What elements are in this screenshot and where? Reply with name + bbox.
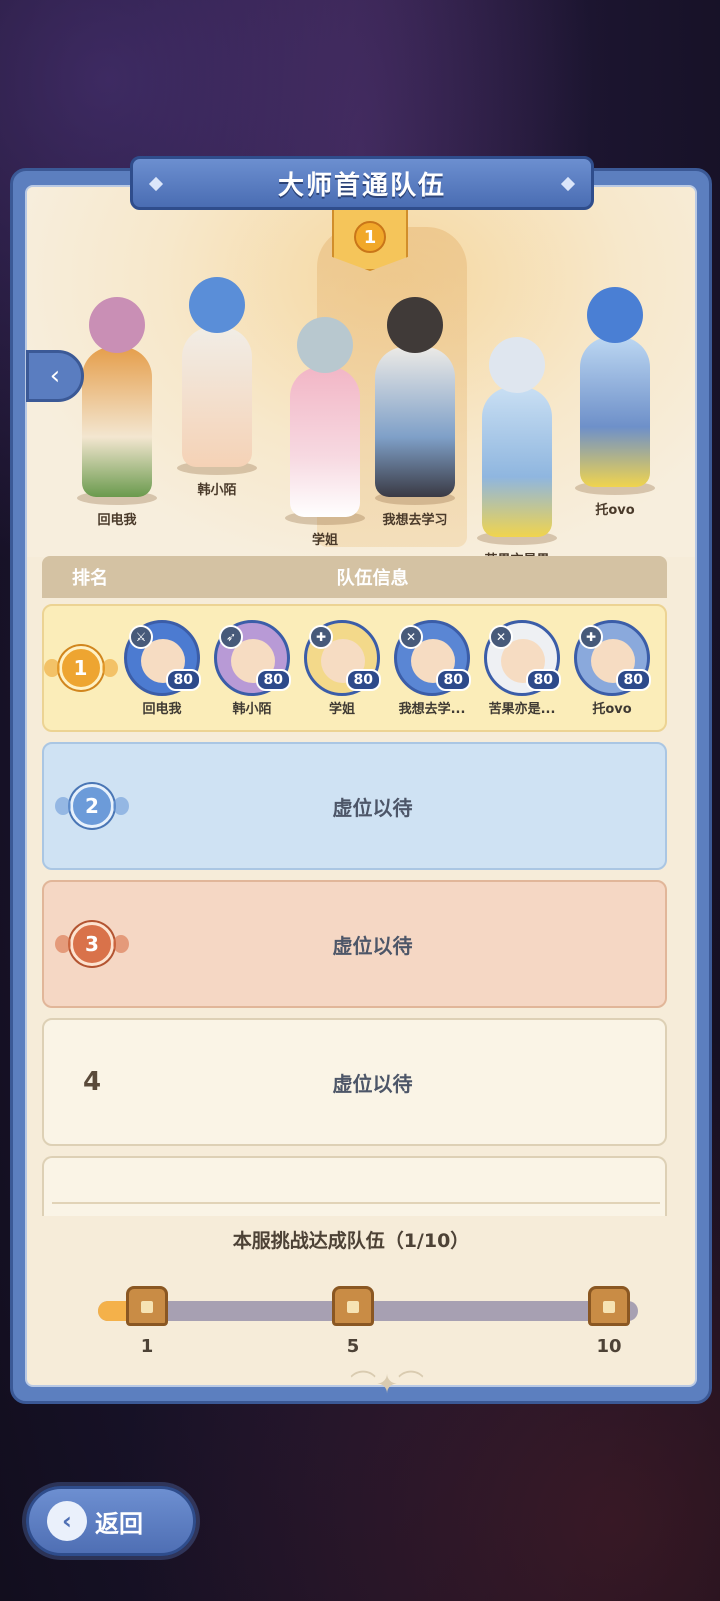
bow-icon: ➶ [219,624,243,649]
character-body [482,387,552,537]
section-divider [52,1202,660,1204]
hero-name: 回电我 [97,513,137,528]
level-badge: 80 [615,668,651,691]
rank-column-header: 排名 [72,568,108,589]
back-button[interactable]: ‹ 返回 [26,1486,196,1556]
team-member[interactable]: ✕ 80 我想去学... [387,619,477,717]
bronze-medal-icon: 3 [55,922,129,966]
level-badge: 80 [435,668,471,691]
hero-name: 我想去学习 [382,513,448,528]
character-head [387,297,443,353]
cross-icon: ✚ [579,624,603,649]
member-name: 学姐 [328,701,355,717]
level-badge: 80 [255,668,291,691]
silver-medal-icon: 2 [55,784,129,828]
member-name: 托ovo [592,701,632,717]
character-body [290,367,360,517]
page-title: 大师首通队伍 [277,170,446,201]
rank-row-1[interactable]: 1 ⚔ 80 回电我 ➶ 80 韩小陌 ✚ 80 学姐 ✕ 80 我想去学...… [42,604,667,732]
team-member[interactable]: ✚ 80 学姐 [297,619,387,717]
member-name: 回电我 [142,701,182,717]
rank-1-medal-icon: 1 [354,221,386,253]
milestone-label: 1 [140,1336,154,1357]
character-body [580,337,650,487]
milestone-label: 10 [596,1336,622,1357]
hero-name: 托ovo [595,503,635,518]
title-banner: 大师首通队伍 [130,156,594,210]
reward-chest-icon[interactable] [126,1286,168,1326]
cross-icon: ✚ [309,624,333,649]
member-name: 韩小陌 [232,701,272,717]
chevron-left-icon: ‹ [49,361,61,391]
character-head [89,297,145,353]
banner-diamond-icon [560,176,576,192]
member-avatar: ➶ 80 [214,619,291,696]
member-avatar: ✕ 80 [394,619,471,696]
member-name: 苦果亦是... [488,701,556,717]
team-member[interactable]: ⚔ 80 回电我 [117,619,207,717]
character-body [375,347,455,497]
team-member[interactable]: ➶ 80 韩小陌 [207,619,297,717]
hero-showcase: 1 回电我 韩小陌 学姐 我想去学习 托ovo [27,187,695,568]
progress-title: 本服挑战达成队伍（1/10） [232,1230,470,1252]
back-arrow-icon: ‹ [47,1501,87,1541]
gold-medal-icon: 1 [43,646,118,690]
rank-row-2[interactable]: 2 虚位以待 [42,742,667,870]
rank-badge: 3 [44,922,140,966]
banner-diamond-icon [148,176,164,192]
back-button-label: 返回 [95,1509,143,1538]
rank-row-4[interactable]: 4 虚位以待 [42,1018,667,1146]
member-avatar: ✚ 80 [574,619,651,696]
character-body [182,327,252,467]
empty-slot-text: 虚位以待 [332,933,413,958]
empty-slot-text: 虚位以待 [332,1071,413,1096]
level-badge: 80 [345,668,381,691]
level-badge: 80 [525,668,561,691]
character-head [587,287,643,343]
hero-character-2[interactable]: 韩小陌 [177,277,257,498]
sword-icon: ⚔ [129,624,153,649]
team-member[interactable]: ✚ 80 托ovo [567,619,657,717]
hero-character-5[interactable]: 苦果亦是果 [477,337,557,568]
rank-badge: 1 [43,646,118,690]
milestone-label: 5 [346,1336,360,1357]
crossed-swords-icon: ✕ [399,624,423,649]
reward-chest-icon[interactable] [332,1286,374,1326]
rank-number: 4 [82,1067,102,1097]
member-avatar: ⚔ 80 [124,619,201,696]
footer-ornament-icon: ⌒✦⌒ [350,1370,424,1400]
reward-chest-icon[interactable] [588,1286,630,1326]
rank-row-3[interactable]: 3 虚位以待 [42,880,667,1008]
rank-badge: 2 [44,784,140,828]
team-info-column-header: 队伍信息 [336,568,409,589]
hero-name: 韩小陌 [197,483,237,498]
side-collapse-button[interactable]: ‹ [26,350,84,402]
character-head [489,337,545,393]
character-head [189,277,245,333]
character-head [297,317,353,373]
level-badge: 80 [165,668,201,691]
crossed-swords-icon: ✕ [489,624,513,649]
team-member[interactable]: ✕ 80 苦果亦是... [477,619,567,717]
hero-character-3[interactable]: 学姐 [285,317,365,548]
character-body [82,347,152,497]
hero-character-1[interactable]: 回电我 [77,297,157,528]
hero-character-4[interactable]: 我想去学习 [375,297,455,528]
empty-slot-text: 虚位以待 [332,795,413,820]
member-name: 我想去学... [398,701,466,717]
hero-character-6[interactable]: 托ovo [575,287,655,518]
hero-name: 学姐 [311,533,338,548]
team-members: ⚔ 80 回电我 ➶ 80 韩小陌 ✚ 80 学姐 ✕ 80 我想去学... ✕… [117,619,665,717]
rank-badge: 4 [44,1067,140,1097]
ranking-list-header: 排名 队伍信息 [42,556,667,598]
member-avatar: ✕ 80 [484,619,561,696]
member-avatar: ✚ 80 [304,619,381,696]
rank-row-5-partial[interactable] [42,1156,667,1216]
